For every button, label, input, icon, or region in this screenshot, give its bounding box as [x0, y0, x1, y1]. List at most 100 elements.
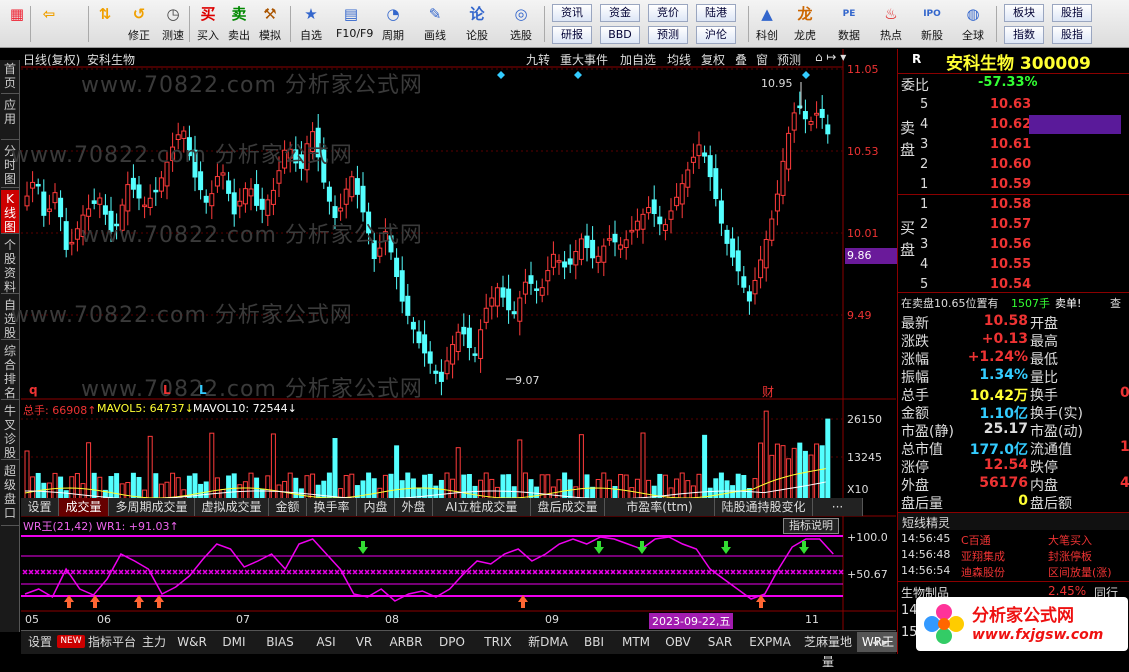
- sub-tab-7[interactable]: 外盘: [395, 498, 433, 516]
- sub-tab-8[interactable]: AI立桩成交量: [433, 498, 531, 516]
- indicator-help-button[interactable]: 指标说明: [783, 518, 839, 534]
- stat-value-2: 12: [1120, 439, 1129, 455]
- candle-body: [668, 210, 674, 220]
- indicator-tab-0[interactable]: 设置: [23, 632, 57, 652]
- indicator-tab-4[interactable]: W&R: [171, 632, 213, 652]
- toolbar-button-discuss[interactable]: 论论股: [462, 2, 492, 46]
- toolbar-small-button[interactable]: 板块: [1004, 4, 1044, 22]
- toolbar-button-back-arrow[interactable]: ⇦: [34, 2, 64, 46]
- toolbar-button-globe[interactable]: ◍ 全球: [958, 2, 988, 46]
- toolbar-button-hammer[interactable]: ⚒ 模拟: [255, 2, 285, 46]
- candle-body: [752, 279, 758, 295]
- toolbar-button-clock[interactable]: ◷ 测速: [158, 2, 188, 46]
- toolbar-small-button[interactable]: 资金: [600, 4, 640, 22]
- sub-tab-10[interactable]: 市盈率(ttm): [605, 498, 715, 516]
- toolbar-label: 买入: [197, 29, 219, 42]
- event-diamond-icon: [802, 71, 810, 79]
- toolbar-small-button[interactable]: BBD: [600, 26, 640, 44]
- sub-tab-2[interactable]: 多周期成交量: [109, 498, 195, 516]
- sub-tab-6[interactable]: 内盘: [357, 498, 395, 516]
- tab-scroll-arrows-icon[interactable]: ◂ ▸: [866, 632, 894, 652]
- toolbar-button-tech[interactable]: ▲ 科创: [752, 2, 782, 46]
- indicator-tab-2[interactable]: 指标平台: [87, 632, 137, 652]
- side-tab-3[interactable]: K线图: [1, 190, 19, 234]
- sub-tab-11[interactable]: 陆股通持股变化: [715, 498, 813, 516]
- stat-key-2: 内盘: [1030, 478, 1058, 494]
- toolbar-button-dragon[interactable]: 龙龙虎: [790, 2, 820, 46]
- indicator-tab-17[interactable]: EXPMA: [741, 632, 799, 652]
- toolbar-small-button[interactable]: 竞价: [648, 4, 688, 22]
- indicator-tab-18[interactable]: 芝麻量地量: [799, 632, 857, 669]
- toolbar-button-fire[interactable]: ♨ 热点: [876, 2, 906, 46]
- side-tab-6[interactable]: 综合排名: [1, 342, 19, 400]
- toolbar-button-info[interactable]: ▤ F10/F9: [336, 2, 373, 46]
- notice-more-link[interactable]: 查: [1110, 295, 1121, 311]
- indicator-tab-15[interactable]: OBV: [657, 632, 699, 652]
- toolbar-small-button[interactable]: 沪伦: [696, 26, 736, 44]
- side-tab-0[interactable]: 首页: [1, 60, 19, 94]
- indicator-tab-7[interactable]: ASI: [305, 632, 347, 652]
- toolbar-small-button[interactable]: 股指: [1052, 26, 1092, 44]
- indicator-tab-8[interactable]: VR: [347, 632, 381, 652]
- indicator-tab-13[interactable]: BBI: [573, 632, 615, 652]
- toolbar-button-target[interactable]: ◎ 选股: [506, 2, 536, 46]
- indicator-tab-14[interactable]: MTM: [615, 632, 657, 652]
- toolbar-small-button[interactable]: 陆港: [696, 4, 736, 22]
- indicator-tab-11[interactable]: TRIX: [473, 632, 523, 652]
- toolbar-button-ipo[interactable]: IPO 新股: [917, 2, 947, 46]
- short-stock: 迪森股份: [961, 566, 1005, 579]
- candle-body: [500, 287, 506, 298]
- chart-tool-1[interactable]: 重大事件: [560, 51, 608, 68]
- toolbar-button-restore[interactable]: ↺ 修正: [124, 2, 154, 46]
- chart-tool-6[interactable]: 窗: [756, 51, 768, 68]
- indicator-tab-5[interactable]: DMI: [213, 632, 255, 652]
- toolbar-small-button[interactable]: 股指: [1052, 4, 1092, 22]
- toolbar-small-button[interactable]: 研报: [552, 26, 592, 44]
- stat-value-2: 0: [1120, 385, 1129, 401]
- indicator-tab-1[interactable]: NEW: [57, 635, 85, 648]
- indicator-tab-9[interactable]: ARBR: [381, 632, 431, 652]
- sub-tab-0[interactable]: 设置: [21, 498, 59, 516]
- candle-body: [125, 184, 131, 212]
- chart-tool-4[interactable]: 复权: [701, 51, 725, 68]
- chart-tool-3[interactable]: 均线: [667, 51, 691, 68]
- side-tab-8[interactable]: 超级盘口: [1, 462, 19, 526]
- buy-price: 10.54: [990, 277, 1032, 292]
- chart-tool-2[interactable]: 加自选: [620, 51, 656, 68]
- sub-tab-1[interactable]: 成交量: [59, 498, 109, 516]
- side-tab-1[interactable]: 应用: [1, 96, 19, 140]
- high-annotation: 10.95: [761, 77, 793, 90]
- toolbar-small-button[interactable]: 预测: [648, 26, 688, 44]
- indicator-tab-6[interactable]: BIAS: [255, 632, 305, 652]
- toolbar-button-buy[interactable]: 买买入: [193, 2, 223, 46]
- toolbar-button-pe[interactable]: PE 数据: [834, 2, 864, 46]
- kline-chart-area[interactable]: 日线(复权) 安科生物 九转 重大事件 加自选 均线 复权叠窗预测 ⌂ ↦ ▾ www.7…: [11, 49, 897, 632]
- sub-tab-12[interactable]: ···: [813, 498, 863, 516]
- toolbar-small-button[interactable]: 指数: [1004, 26, 1044, 44]
- chart-tool-0[interactable]: 九转: [526, 51, 550, 68]
- toolbar-small-button[interactable]: 资讯: [552, 4, 592, 22]
- chart-tool-5[interactable]: 叠: [735, 51, 747, 68]
- chart-window-icons[interactable]: ⌂ ↦ ▾: [815, 50, 846, 64]
- toolbar-button-period[interactable]: ◔ 周期: [378, 2, 408, 46]
- toolbar-button-grid[interactable]: ▦: [2, 2, 32, 46]
- sub-tab-4[interactable]: 金额: [269, 498, 307, 516]
- indicator-tab-16[interactable]: SAR: [699, 632, 741, 652]
- candle-body: [786, 132, 792, 170]
- chart-tool-7[interactable]: 预测: [777, 51, 801, 68]
- toolbar-button-pencil[interactable]: ✎ 画线: [420, 2, 450, 46]
- toolbar-button-up-down-arrows[interactable]: ⇅: [90, 2, 120, 46]
- side-tab-4[interactable]: 个股资料: [1, 236, 19, 294]
- sub-tab-3[interactable]: 虚拟成交量: [195, 498, 269, 516]
- indicator-tab-3[interactable]: 主力: [137, 632, 171, 652]
- toolbar-button-sell[interactable]: 卖卖出: [224, 2, 254, 46]
- toolbar-button-star[interactable]: ★ 自选: [296, 2, 326, 46]
- side-tab-7[interactable]: 牛叉诊股: [1, 402, 19, 460]
- sub-tab-9[interactable]: 盘后成交量: [531, 498, 605, 516]
- weibi-label: 委比: [901, 78, 929, 94]
- indicator-tab-10[interactable]: DPO: [431, 632, 473, 652]
- stat-row: 涨停 12.54 跌停: [898, 457, 1129, 476]
- sub-tab-5[interactable]: 换手率: [307, 498, 357, 516]
- indicator-tab-12[interactable]: 新DMA: [523, 632, 573, 652]
- candle-body: [590, 239, 596, 259]
